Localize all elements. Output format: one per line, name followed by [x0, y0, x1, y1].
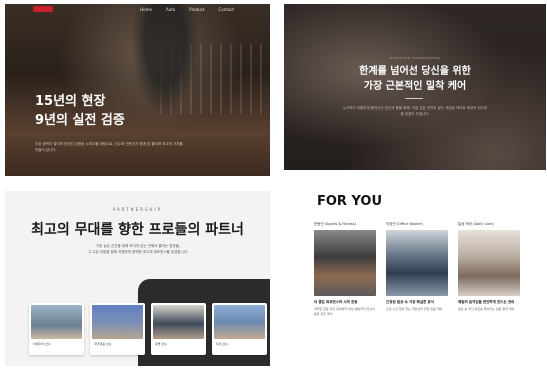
- for-you-card[interactable]: 직장인 (Office Worker) 긴장된 일상 속 가장 확실한 휴식 오…: [386, 222, 448, 317]
- for-you-card-caption: 긴장된 일상 속 가장 확실한 휴식: [386, 300, 434, 304]
- for-you-card-caption: 더 좋은 퍼포먼스의 시작 운동: [314, 300, 358, 304]
- care-body-text: 누구보다 치열하게 움직이는 당신의 몸을 위해, 가장 깊은 곳까지 닿는 세…: [342, 106, 488, 116]
- nav-item-contact[interactable]: Contact: [218, 7, 234, 12]
- hero-headline: 15년의 현장 9년의 실전 검증: [35, 92, 125, 130]
- for-you-columns: 운동인 (Sports & Fitness) 더 좋은 퍼포먼스의 시작 운동 …: [314, 222, 520, 317]
- partner-card-label: 아마추어 선수: [33, 342, 51, 346]
- partner-card[interactable]: 우리 선수: [212, 303, 267, 355]
- partnership-desc-line2: 그 고된 여정을 함께 지원하며 완벽한 최고의 퍼포먼스를 완성합니다.: [87, 250, 189, 254]
- for-you-card-desc: 일상 속 쌓인 피로를 풀어주는 생활 밀착 케어: [458, 307, 515, 311]
- hero-headline-line2: 9년의 실전 검증: [35, 113, 125, 128]
- care-panel: Intensive Conditioning 한계를 넘어선 당신을 위한 가장…: [284, 4, 546, 170]
- for-you-card-desc: 격렬한 운동 뒤의 회복부터 부상 예방까지 당신의 몸을 위한 케어: [314, 307, 375, 316]
- divider: [405, 98, 423, 99]
- partner-cards: 아마추어 선수 국가대표 선수 유명 선수 우리 선수: [29, 303, 267, 355]
- kitchen-photo: [458, 230, 520, 296]
- brand-logo[interactable]: [33, 6, 53, 12]
- office-photo: [386, 230, 448, 296]
- partnership-eyebrow: PARTNERSHIP: [112, 207, 163, 212]
- partner-card-label: 유명 선수: [155, 342, 167, 346]
- partner-card-label: 우리 선수: [216, 342, 228, 346]
- partnership-panel: PARTNERSHIP 최고의 무대를 향한 프로들의 파트너 가장 높은 순간…: [5, 191, 270, 366]
- partner-photo: [153, 305, 204, 339]
- for-you-panel: FOR YOU 운동인 (Sports & Fitness) 더 좋은 퍼포먼스…: [284, 184, 546, 366]
- care-eyebrow: Intensive Conditioning: [389, 56, 441, 60]
- for-you-card-desc: 오랜 시간 앉아 있는 직장인을 위한 맞춤 케어: [386, 307, 443, 311]
- for-you-card-caption: 매일의 움직임을 편안하게 만드는 관리: [458, 300, 515, 304]
- partner-photo: [31, 305, 82, 339]
- care-headline: 한계를 넘어선 당신을 위한 가장 근본적인 밀착 케어: [284, 64, 546, 94]
- partner-card-label: 국가대표 선수: [94, 342, 112, 346]
- partner-photo: [214, 305, 265, 339]
- for-you-card[interactable]: 운동인 (Sports & Fitness) 더 좋은 퍼포먼스의 시작 운동 …: [314, 222, 376, 317]
- fitness-photo: [314, 230, 376, 296]
- for-you-card-label: 운동인 (Sports & Fitness): [314, 222, 356, 226]
- partner-card[interactable]: 국가대표 선수: [90, 303, 145, 355]
- nav-item-home[interactable]: Home: [140, 7, 152, 12]
- runner-legs-image: [125, 4, 205, 129]
- top-nav: Home Auto Product Contact: [140, 7, 234, 12]
- hero-headline-line1: 15년의 현장: [35, 94, 106, 109]
- nav-item-auto[interactable]: Auto: [166, 7, 175, 12]
- nav-item-product[interactable]: Product: [189, 7, 204, 12]
- partnership-headline: 최고의 무대를 향한 프로들의 파트너: [31, 222, 244, 238]
- partner-card[interactable]: 유명 선수: [151, 303, 206, 355]
- for-you-card[interactable]: 일상 케어 (Daily Care) 매일의 움직임을 편안하게 만드는 관리 …: [458, 222, 520, 317]
- for-you-card-label: 일상 케어 (Daily Care): [458, 222, 494, 226]
- for-you-title: FOR YOU: [317, 194, 383, 209]
- for-you-card-label: 직장인 (Office Worker): [386, 222, 424, 226]
- care-headline-line1: 한계를 넘어선 당신을 위한: [359, 66, 471, 77]
- partner-card[interactable]: 아마추어 선수: [29, 303, 84, 355]
- hero-body-text: 이상 경력이 쌓이며 얻어진 검증된 노하우를 바탕으로, 선수와 전문가가 함…: [35, 142, 183, 152]
- care-headline-line2: 가장 근본적인 밀착 케어: [363, 81, 467, 92]
- hero-panel-runner: Home Auto Product Contact 15년의 현장 9년의 실전…: [5, 4, 270, 176]
- partnership-desc: 가장 높은 순간을 위해 보이지 않는 곳에서 흘리는 땀방울, 그 고된 여정…: [55, 243, 221, 255]
- partner-photo: [92, 305, 143, 339]
